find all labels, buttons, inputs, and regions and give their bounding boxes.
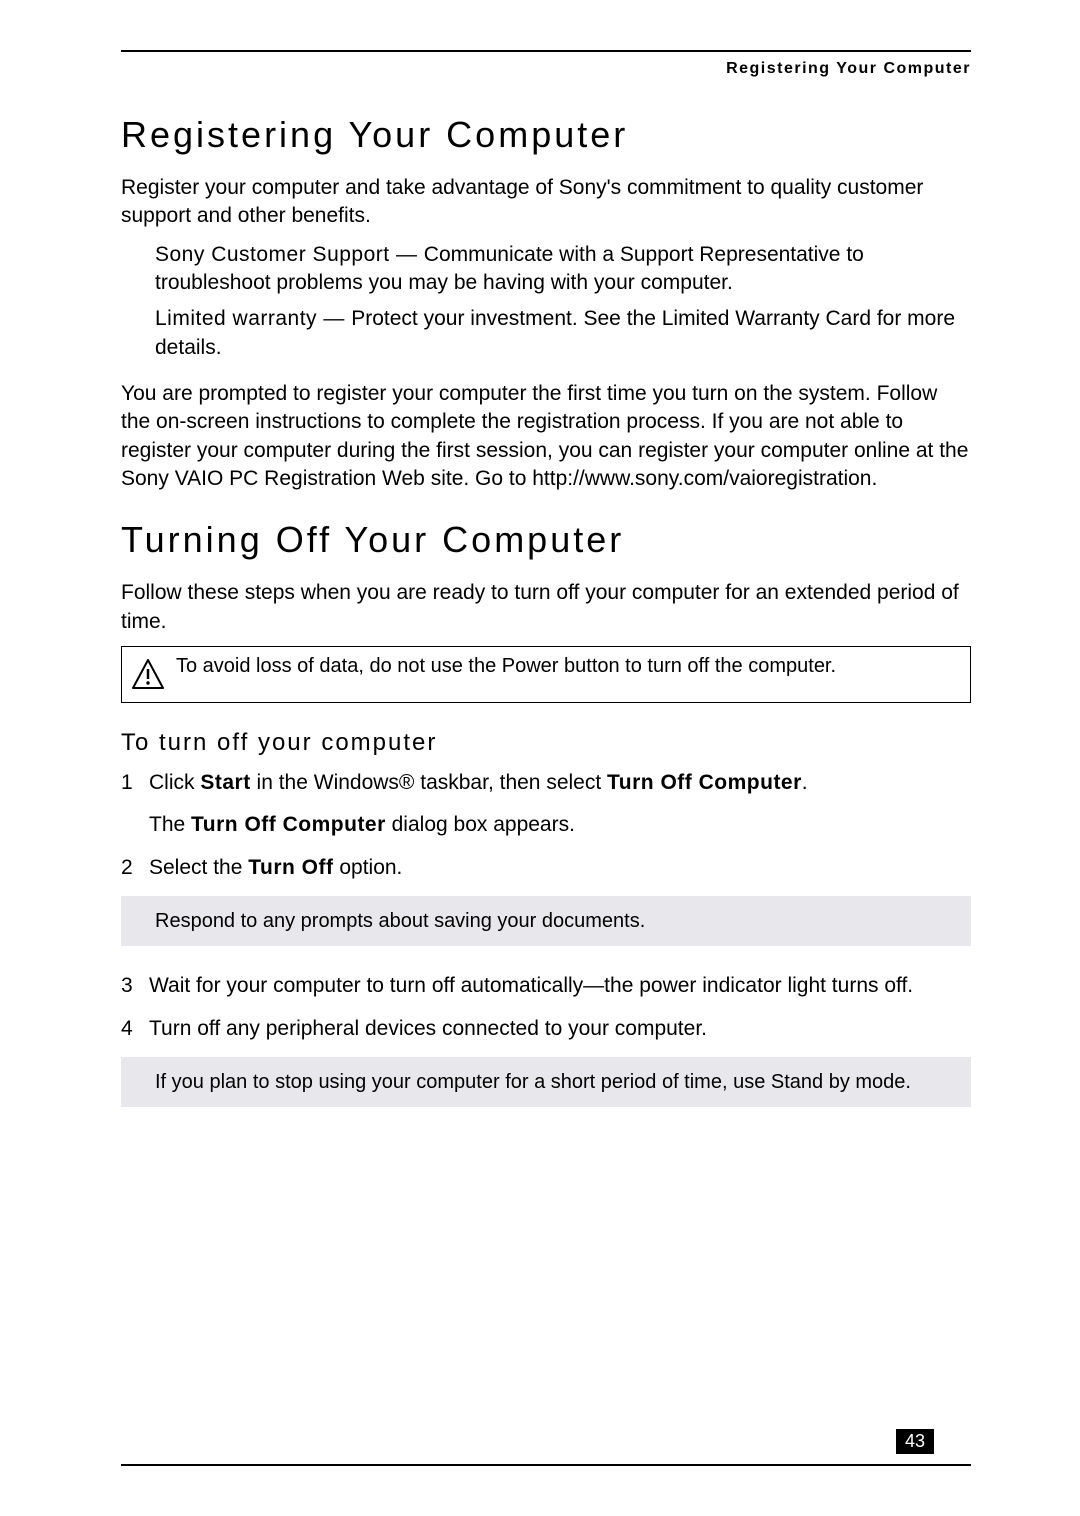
- registering-para2: You are prompted to register your comput…: [121, 380, 971, 493]
- step-bold: Turn Off Computer: [191, 813, 386, 836]
- caution-icon: [132, 653, 176, 694]
- step-number: 4: [121, 1015, 149, 1043]
- step-text: .: [802, 771, 808, 794]
- bottom-rule: [121, 1464, 971, 1466]
- caution-box: To avoid loss of data, do not use the Po…: [121, 646, 971, 703]
- step-bold: Turn Off Computer: [607, 771, 802, 794]
- registering-intro: Register your computer and take advantag…: [121, 174, 971, 231]
- step-number: 2: [121, 854, 149, 882]
- step-bold: Turn Off: [248, 856, 333, 879]
- heading-turning-off: Turning Off Your Computer: [121, 519, 971, 561]
- step-number: 1: [121, 769, 149, 840]
- step-body: Select the Turn Off option.: [149, 854, 971, 882]
- step-sub: The Turn Off Computer dialog box appears…: [149, 811, 971, 839]
- benefit-lead: Sony Customer Support —: [155, 243, 424, 266]
- page-container: Registering Your Computer Registering Yo…: [121, 50, 971, 1476]
- benefit-item: Limited warranty — Protect your investme…: [155, 305, 971, 362]
- heading-registering: Registering Your Computer: [121, 114, 971, 156]
- step-text: Click: [149, 771, 200, 794]
- step-bold: Start: [200, 771, 250, 794]
- step-list-2: 3 Wait for your computer to turn off aut…: [121, 972, 971, 1043]
- note-bar: Respond to any prompts about saving your…: [121, 896, 971, 946]
- step-text: Select the: [149, 856, 248, 879]
- benefit-item: Sony Customer Support — Communicate with…: [155, 241, 971, 298]
- step-item: 3 Wait for your computer to turn off aut…: [121, 972, 971, 1000]
- step-item: 1 Click Start in the Windows® taskbar, t…: [121, 769, 971, 840]
- subheading-turn-off: To turn off your computer: [121, 729, 971, 757]
- top-rule: [121, 50, 971, 52]
- benefit-lead: Limited warranty —: [155, 307, 351, 330]
- page-number: 43: [896, 1429, 934, 1454]
- step-item: 2 Select the Turn Off option.: [121, 854, 971, 882]
- step-list: 1 Click Start in the Windows® taskbar, t…: [121, 769, 971, 882]
- step-body: Wait for your computer to turn off autom…: [149, 972, 971, 1000]
- warning-triangle-icon: [132, 659, 164, 689]
- note-bar: If you plan to stop using your computer …: [121, 1057, 971, 1107]
- caution-text: To avoid loss of data, do not use the Po…: [176, 653, 960, 679]
- step-text: in the Windows® taskbar, then select: [251, 771, 607, 794]
- step-body: Turn off any peripheral devices connecte…: [149, 1015, 971, 1043]
- step-number: 3: [121, 972, 149, 1000]
- step-body: Click Start in the Windows® taskbar, the…: [149, 769, 971, 840]
- benefit-list: Sony Customer Support — Communicate with…: [121, 241, 971, 362]
- step-text: dialog box appears.: [386, 813, 575, 836]
- running-header: Registering Your Computer: [121, 60, 971, 78]
- step-text: option.: [334, 856, 403, 879]
- step-item: 4 Turn off any peripheral devices connec…: [121, 1015, 971, 1043]
- turning-off-intro: Follow these steps when you are ready to…: [121, 579, 971, 636]
- step-text: The: [149, 813, 191, 836]
